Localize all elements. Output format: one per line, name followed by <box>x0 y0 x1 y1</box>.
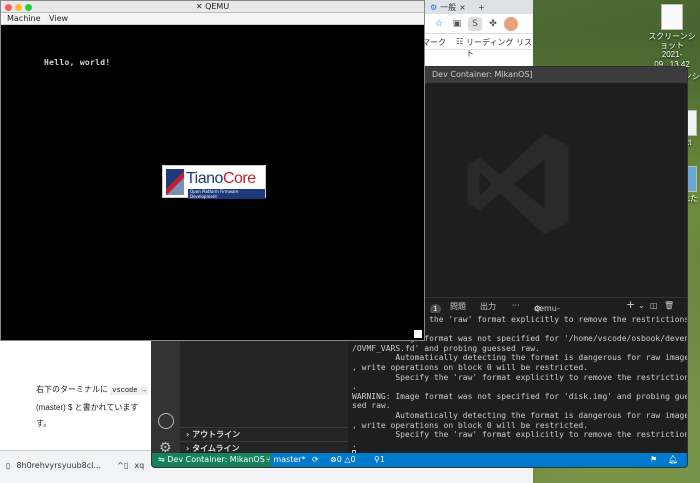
qemu-title-bar: ✕ QEMU <box>1 1 424 13</box>
terminal-line: . <box>352 439 357 449</box>
chevron-down-icon[interactable]: ⌄ <box>638 301 645 310</box>
window-title: Dev Container: MikanOS] <box>432 70 533 79</box>
qemu-menu-bar: Machine View <box>1 13 424 25</box>
tab-output[interactable]: 出力 <box>480 301 496 312</box>
desktop-file-name: スクリーンショット <box>648 32 696 51</box>
outline-label: アウトライン <box>192 430 241 439</box>
tianocore-mark-icon <box>166 169 184 195</box>
ports-status[interactable]: ⚲1 <box>374 453 385 467</box>
guest-hello-text: Hello, world! <box>44 58 111 67</box>
menu-machine[interactable]: Machine <box>7 14 41 23</box>
zoom-window-button[interactable] <box>25 4 32 11</box>
timeline-label: タイムライン <box>192 444 240 453</box>
close-window-button[interactable] <box>5 4 12 11</box>
reading-list-link[interactable]: リーディング リスト <box>466 37 533 59</box>
terminal-line: WARNING: Image format was not specified … <box>352 391 687 401</box>
error-icon: ⊗ <box>330 455 337 464</box>
plus-icon: + <box>478 3 485 12</box>
qemu-window: ✕ QEMU Machine View Hello, world! TianoC… <box>0 0 425 341</box>
article-line: 右下のターミナルに vscode → <box>36 384 148 397</box>
bookmark-star-icon[interactable]: ☆ <box>432 17 446 31</box>
file-icon: ▯ <box>6 461 11 470</box>
extension-icon[interactable]: ▣ <box>450 17 464 31</box>
close-tab-icon[interactable]: × <box>459 3 466 12</box>
browser-tab-label: 一般 <box>440 3 457 12</box>
outline-section[interactable]: › アウトライン <box>180 427 348 441</box>
chevron-up-icon[interactable]: ^ <box>117 461 124 470</box>
remote-indicator[interactable]: ⇋ Dev Container: MikanOS <box>152 453 271 467</box>
reading-list-icon: ☷ <box>456 37 464 46</box>
error-count: 0 <box>336 455 342 464</box>
terminal-line: Specify the 'raw' format explicitly to r… <box>352 430 687 440</box>
git-branch-icon: ⑂ <box>266 455 271 464</box>
split-terminal-icon[interactable]: ◫ <box>650 301 658 310</box>
trash-icon[interactable]: 🗑 <box>664 301 674 310</box>
new-tab-button[interactable]: + <box>478 2 485 13</box>
download-filename: xq <box>134 461 145 470</box>
branch-name: master* <box>273 455 306 464</box>
tianocore-tagline: Open Platform Firmware Development <box>188 189 265 199</box>
download-filename: 8h0rehvyrsyuub8cl... <box>16 461 101 470</box>
guest-display[interactable]: Hello, world! TianoCore Open Platform Fi… <box>4 26 423 339</box>
download-item[interactable]: ▯ 8h0rehvyrsyuub8cl... ^ <box>6 461 124 470</box>
article-body: 右下のターミナルに vscode → (master) $ と書かれています す… <box>0 332 160 442</box>
desktop-file-screenshot-1[interactable]: スクリーンショット 2021-09...13.42 <box>646 4 698 69</box>
remote-label: Dev Container: MikanOS <box>167 455 265 464</box>
more-actions-icon[interactable]: ··· <box>512 301 520 310</box>
vscode-logo-icon <box>467 133 568 235</box>
chevron-right-icon: › <box>186 444 190 453</box>
browser-toolbar: ☆ ▣ S ✤ <box>420 14 533 34</box>
account-icon[interactable] <box>158 413 174 429</box>
status-bar: ⇋ Dev Container: MikanOS ⑂ master* ⟳ ⊗0 … <box>152 453 687 467</box>
terminal-line: /OVMF_VARS.fd' and probing guessed raw. <box>352 343 540 353</box>
avatar[interactable] <box>504 17 518 31</box>
article-line: (master) $ と書かれています <box>36 403 139 412</box>
inline-code: vscode → <box>110 387 148 395</box>
tianocore-wordmark: TianoCore <box>186 170 256 187</box>
terminal-line: , write operations on block 0 will be re… <box>352 362 589 372</box>
feedback-icon[interactable]: ⚑ <box>650 453 657 467</box>
bookmarks-bar: マーク ☷ リーディング リスト <box>420 34 533 58</box>
menu-view[interactable]: View <box>49 14 68 23</box>
terminal-line: Specify the 'raw' format explicitly to r… <box>352 372 687 382</box>
settings-tab-icon: ⚙ <box>430 3 438 12</box>
terminal-line: Automatically detecting the format is da… <box>352 353 687 363</box>
notifications-icon[interactable]: 🔔︎ <box>668 453 678 467</box>
download-item[interactable]: ▯ xq <box>124 461 144 470</box>
browser-tab[interactable]: ⚙ 一般 × <box>430 2 466 13</box>
extension-s-icon[interactable]: S <box>468 17 482 31</box>
qemu-app-icon: ✕ <box>195 2 206 11</box>
tianocore-logo: TianoCore Open Platform Firmware Develop… <box>162 165 266 199</box>
sync-icon[interactable]: ⟳ <box>312 453 319 467</box>
warning-count: 0 <box>350 455 356 464</box>
tab-problems[interactable]: 問題 <box>450 301 466 312</box>
file-icon: ▯ <box>124 461 129 470</box>
resize-handle[interactable] <box>414 330 422 338</box>
puzzle-icon[interactable]: ✤ <box>486 17 500 31</box>
chevron-right-icon: › <box>186 430 190 439</box>
remote-icon: ⇋ <box>158 455 165 464</box>
article-line: す。 <box>36 419 52 428</box>
browser-tab-strip: ⚙ 一般 × + <box>420 0 533 14</box>
qemu-title: QEMU <box>205 2 230 11</box>
branch-status[interactable]: ⑂ master* <box>266 453 306 467</box>
terminal-line: , write operations on block 0 will be re… <box>352 420 589 430</box>
ports-count: 1 <box>379 455 385 464</box>
add-terminal-button[interactable]: + <box>626 298 635 311</box>
terminal-line: Automatically detecting the format is da… <box>352 410 687 420</box>
file-thumbnail <box>661 4 683 30</box>
article-text: 右下のターミナルに <box>36 385 111 394</box>
bookmark-item[interactable]: マーク <box>422 37 446 48</box>
minimize-window-button[interactable] <box>15 4 22 11</box>
problems-status[interactable]: ⊗0 △0 <box>330 453 356 467</box>
terminal-line: sed raw. <box>352 401 391 411</box>
terminal-line: . <box>352 382 357 392</box>
